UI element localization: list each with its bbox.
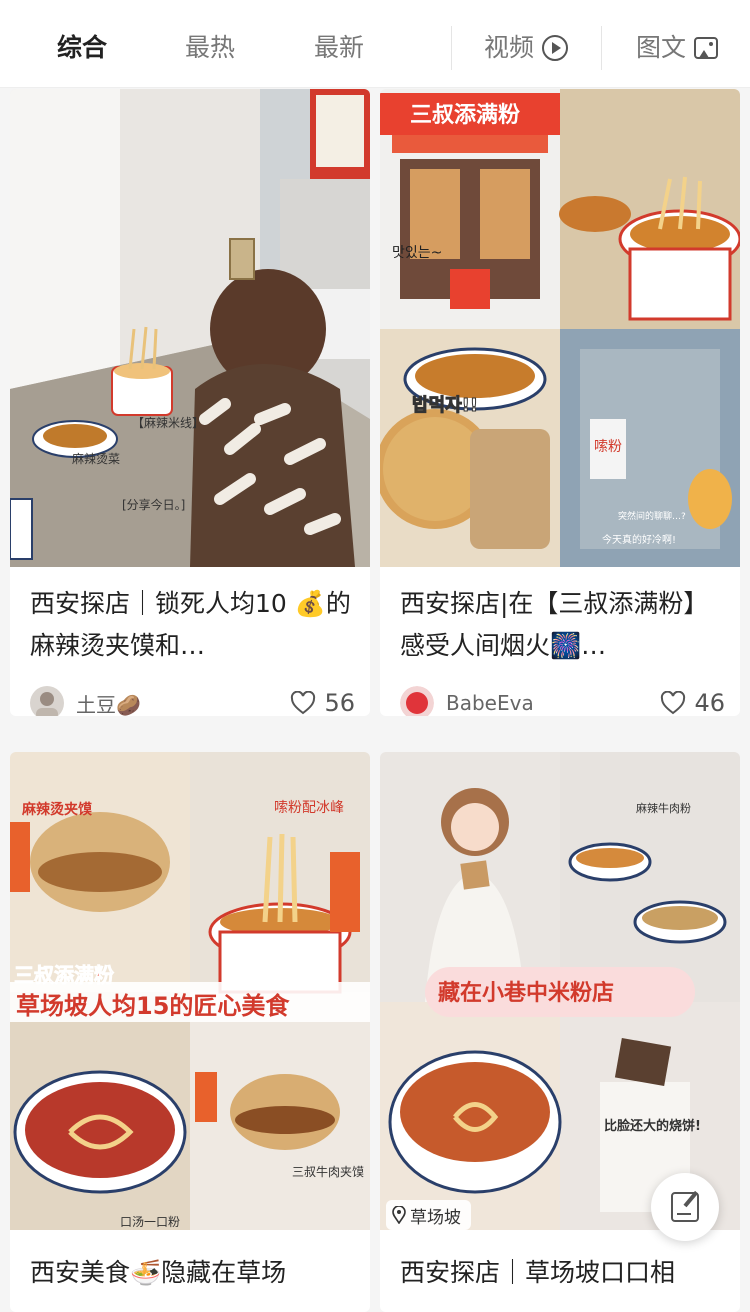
feed-tab-bar: 综合 最热 最新 视频 图文 bbox=[0, 0, 750, 88]
cover-text: 藏在小巷中米粉店 bbox=[438, 980, 614, 1006]
cover-text: 麻辣牛肉粉 bbox=[636, 801, 691, 815]
location-tag[interactable]: 草场坡 bbox=[386, 1200, 471, 1230]
cover-text: 麻辣烫夹馍 bbox=[21, 801, 93, 818]
note-meta: BabeEva 46 bbox=[400, 685, 725, 716]
heart-icon bbox=[291, 691, 316, 715]
tab-video[interactable]: 视频 bbox=[484, 28, 569, 68]
cover-text: 比脸还大的烧饼! bbox=[604, 1118, 701, 1134]
location-pin-icon bbox=[392, 1206, 406, 1224]
note-card[interactable]: 【麻辣米线】 麻辣烫菜 [分享今日。] 西安探店｜锁死人均10 💰的麻辣烫夹馍和… bbox=[10, 89, 370, 716]
note-meta: 土豆🥔 56 bbox=[30, 685, 355, 716]
heart-icon bbox=[661, 691, 686, 715]
cover-text: 三叔牛肉夹馍 bbox=[292, 1164, 364, 1179]
location-label: 草场坡 bbox=[410, 1207, 461, 1228]
cover-text: 嗦粉 bbox=[594, 439, 622, 455]
tab-zuire[interactable]: 最热 bbox=[185, 28, 235, 68]
note-cover-image: 三叔添满粉 맛있는~ 밥먹자!! 嗦粉 今天真的好冷啊! 突然间的聊聊…? bbox=[380, 89, 740, 567]
cover-text: 突然间的聊聊…? bbox=[618, 510, 686, 522]
avatar[interactable] bbox=[30, 686, 64, 716]
cover-text: 맛있는~ bbox=[392, 245, 442, 261]
cover-text: 口汤一口粉 bbox=[120, 1215, 180, 1229]
tab-zonghe[interactable]: 综合 bbox=[57, 28, 107, 68]
edit-note-icon bbox=[671, 1192, 699, 1222]
author-name[interactable]: BabeEva bbox=[446, 691, 660, 715]
note-title: 西安探店｜草场坡口口相 bbox=[400, 1258, 676, 1287]
tab-divider bbox=[451, 26, 452, 70]
like-count: 46 bbox=[694, 689, 725, 716]
play-circle-icon bbox=[542, 35, 569, 61]
note-card[interactable]: 三叔添满粉 맛있는~ 밥먹자!! 嗦粉 今天真的好冷啊! 突然间的聊聊…? 西安… bbox=[380, 89, 740, 716]
tab-image-label: 图文 bbox=[636, 33, 687, 62]
cover-text: 【麻辣米线】 bbox=[132, 415, 204, 430]
note-title: 西安美食🍜隐藏在草场 bbox=[30, 1258, 287, 1287]
cover-text: 三叔添满粉 bbox=[14, 963, 114, 987]
note-cover-image: 藏在小巷中米粉店 麻辣牛肉粉 比脸还大的烧饼! bbox=[380, 752, 740, 1230]
cover-text: [分享今日。] bbox=[122, 497, 185, 512]
cover-text: 三叔添满粉 bbox=[410, 103, 520, 128]
tab-zuixin[interactable]: 最新 bbox=[314, 28, 364, 68]
avatar[interactable] bbox=[400, 686, 434, 716]
image-icon bbox=[694, 37, 719, 59]
note-card[interactable]: 麻辣烫夹馍 嗦粉配冰峰 三叔添满粉 草场坡人均15的匠心美食 三叔牛肉夹馍 口汤… bbox=[10, 752, 370, 1312]
cover-text: 草场坡人均15的匠心美食 bbox=[16, 992, 290, 1020]
cover-text: 麻辣烫菜 bbox=[72, 451, 120, 466]
note-title: 西安探店｜锁死人均10 💰的麻辣烫夹馍和… bbox=[30, 589, 351, 660]
cover-text: 今天真的好冷啊! bbox=[602, 533, 676, 546]
tab-video-label: 视频 bbox=[484, 33, 535, 62]
publish-note-button[interactable] bbox=[651, 1173, 719, 1241]
like-button[interactable]: 46 bbox=[660, 689, 725, 716]
tab-divider bbox=[601, 26, 602, 70]
like-count: 56 bbox=[324, 689, 355, 716]
note-cover-image: 麻辣烫夹馍 嗦粉配冰峰 三叔添满粉 草场坡人均15的匠心美食 三叔牛肉夹馍 口汤… bbox=[10, 752, 370, 1230]
cover-text: 밥먹자!! bbox=[412, 395, 478, 416]
note-cover-image: 【麻辣米线】 麻辣烫菜 [分享今日。] bbox=[10, 89, 370, 567]
author-name[interactable]: 土豆🥔 bbox=[76, 689, 290, 717]
note-title: 西安探店|在【三叔添满粉】感受人间烟火🎆… bbox=[400, 589, 709, 660]
tab-image[interactable]: 图文 bbox=[636, 28, 719, 68]
like-button[interactable]: 56 bbox=[290, 689, 355, 716]
cover-text: 嗦粉配冰峰 bbox=[274, 800, 344, 816]
